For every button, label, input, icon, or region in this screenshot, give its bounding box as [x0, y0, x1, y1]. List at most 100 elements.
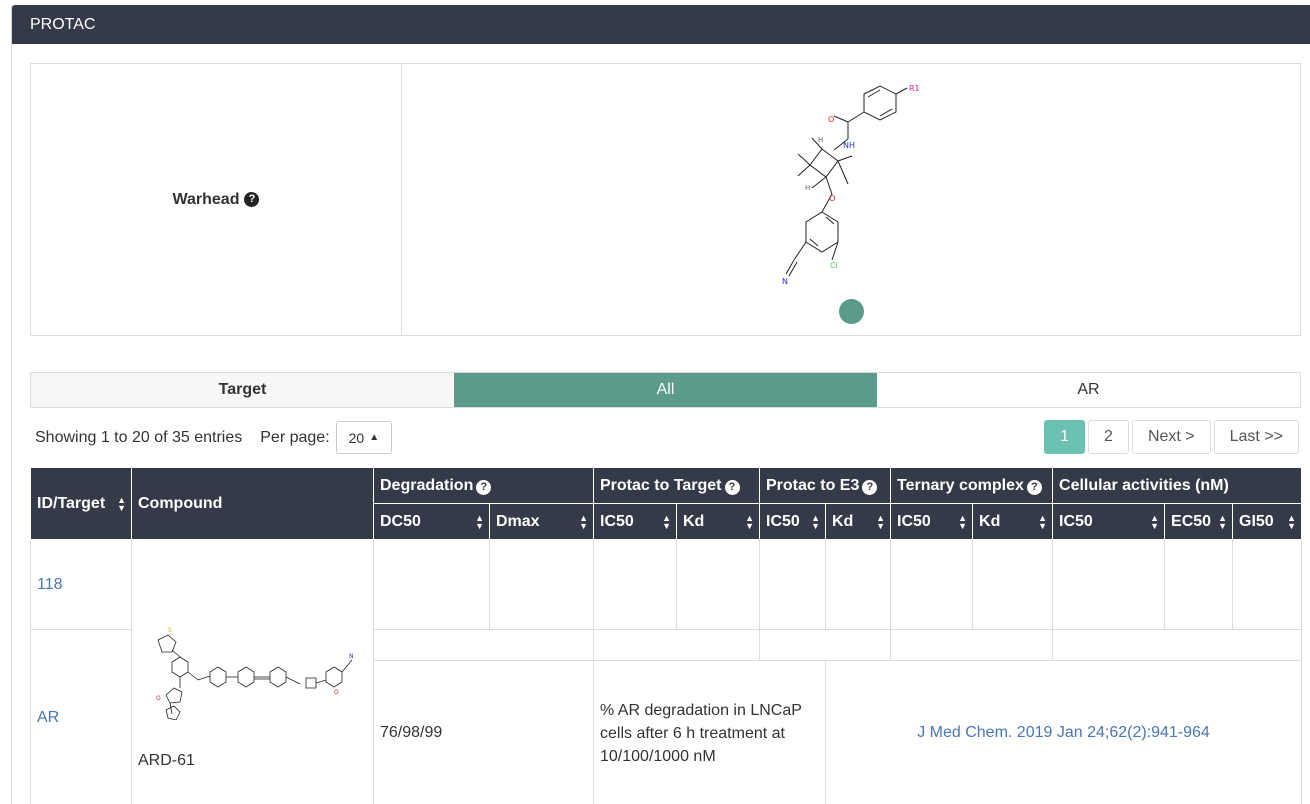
subheader-label: IC50 — [1059, 512, 1093, 530]
sort-icon[interactable]: ▲ ▼ — [475, 513, 484, 530]
target-cell[interactable]: AR — [30, 629, 132, 804]
tab-all[interactable]: All — [454, 373, 877, 407]
empty-cell — [972, 539, 1054, 630]
subheader-ternary-ic50[interactable]: IC50 ▲ ▼ — [890, 503, 974, 540]
subheader-label: Kd — [832, 512, 854, 530]
subheader-label: GI50 — [1239, 512, 1274, 530]
empty-cell — [759, 539, 826, 630]
sort-icon[interactable]: ▲ ▼ — [1150, 513, 1159, 530]
per-page-label: Per page: — [260, 428, 330, 446]
header-cellular-label: Cellular activities (nM) — [1059, 476, 1229, 494]
nitrogen-label: N — [782, 277, 788, 286]
entries-info: Showing 1 to 20 of 35 entries Per page: … — [35, 421, 393, 454]
subheader-label: IC50 — [766, 512, 800, 530]
header-protac-target: Protac to Target? — [593, 467, 760, 504]
sort-icon[interactable]: ▲ ▼ — [958, 513, 967, 530]
sort-icon[interactable]: ▲ ▼ — [117, 495, 126, 512]
sort-icon[interactable]: ▲ ▼ — [811, 513, 820, 530]
status-dot — [839, 299, 864, 324]
chlorine-label: Cl — [830, 261, 838, 270]
sort-icon[interactable]: ▲ ▼ — [1218, 513, 1227, 530]
page-1-button[interactable]: 1 — [1044, 420, 1086, 454]
sort-icon[interactable]: ▲ ▼ — [1038, 513, 1047, 530]
empty-cell — [593, 539, 677, 630]
empty-cell — [489, 539, 594, 630]
target-link[interactable]: AR — [37, 709, 59, 726]
empty-cell — [676, 539, 760, 630]
question-circle-icon[interactable]: ? — [862, 479, 878, 495]
table-row: 118 S O N O ARD-61 — [30, 539, 1303, 804]
subheader-dmax[interactable]: Dmax ▲ ▼ — [489, 503, 594, 540]
protac-panel: PROTAC Warhead ? R1 O NH H H O Cl N Targ… — [11, 5, 1310, 804]
empty-cell — [593, 629, 760, 661]
tab-target-label: Target — [31, 373, 454, 407]
header-protac-e3: Protac to E3? — [758, 467, 892, 504]
empty-cell — [890, 629, 1054, 661]
per-page-value: 20 — [348, 429, 365, 446]
last-page-button[interactable]: Last >> — [1213, 420, 1299, 454]
header-id-target[interactable]: ID/Target ▲ ▼ — [30, 467, 132, 540]
header-id-target-label: ID/Target — [37, 494, 106, 512]
subheader-ternary-kd[interactable]: Kd ▲ ▼ — [972, 503, 1054, 540]
header-compound: Compound — [131, 467, 374, 540]
sort-icon[interactable]: ▲ ▼ — [1287, 513, 1296, 530]
empty-cell — [1232, 539, 1303, 630]
compound-id-link[interactable]: 118 — [37, 576, 63, 593]
header-compound-label: Compound — [138, 494, 223, 512]
description-cell: % AR degradation in LNCaP cells after 6 … — [593, 660, 826, 804]
sulfur-label: S — [168, 627, 172, 634]
reference-link[interactable]: J Med Chem. 2019 Jan 24;62(2):941-964 — [917, 724, 1210, 741]
reference-cell[interactable]: J Med Chem. 2019 Jan 24;62(2):941-964 — [824, 660, 1303, 804]
showing-text: Showing 1 to 20 of 35 entries — [35, 428, 243, 446]
subheader-cell-gi50[interactable]: GI50 ▲ ▼ — [1232, 503, 1303, 540]
sort-icon[interactable]: ▲ ▼ — [662, 513, 671, 530]
panel-title: PROTAC — [12, 5, 1310, 44]
subheader-label: EC50 — [1171, 512, 1212, 530]
question-circle-icon[interactable]: ? — [724, 479, 740, 495]
tab-ar[interactable]: AR — [877, 373, 1300, 407]
subheader-e3-kd[interactable]: Kd ▲ ▼ — [824, 503, 892, 540]
per-page-select[interactable]: 20 ▲ — [335, 421, 393, 454]
warhead-label-text: Warhead — [172, 190, 240, 208]
subheader-cell-ic50[interactable]: IC50 ▲ ▼ — [1052, 503, 1166, 540]
empty-cell — [824, 539, 892, 630]
subheader-dc50[interactable]: DC50 ▲ ▼ — [373, 503, 490, 540]
compound-cell: S O N O ARD-61 — [131, 539, 374, 804]
oxygen-label: O — [828, 115, 834, 124]
nh-label: NH — [843, 141, 855, 150]
molecule-structure-drawing: R1 O NH H H O Cl N — [782, 84, 920, 286]
next-page-button[interactable]: Next > — [1131, 420, 1211, 454]
sort-icon[interactable]: ▲ ▼ — [876, 513, 885, 530]
target-tabs: Target All AR — [30, 372, 1301, 408]
oxygen-label: O — [334, 689, 339, 696]
question-circle-icon[interactable]: ? — [244, 192, 260, 207]
subheader-target-ic50[interactable]: IC50 ▲ ▼ — [593, 503, 677, 540]
degradation-value-cell: 76/98/99 — [373, 660, 594, 804]
sort-icon[interactable]: ▲ ▼ — [745, 513, 754, 530]
warhead-label: Warhead ? — [31, 64, 402, 335]
subheader-target-kd[interactable]: Kd ▲ ▼ — [676, 503, 760, 540]
header-protac-target-label: Protac to Target — [600, 476, 722, 494]
question-circle-icon[interactable]: ? — [476, 479, 492, 495]
question-circle-icon[interactable]: ? — [1026, 479, 1042, 495]
subheader-e3-ic50[interactable]: IC50 ▲ ▼ — [759, 503, 826, 540]
id-cell[interactable]: 118 — [30, 539, 132, 630]
r1-label: R1 — [909, 84, 920, 93]
subheader-cell-ec50[interactable]: EC50 ▲ ▼ — [1164, 503, 1234, 540]
compound-name: ARD-61 — [138, 752, 195, 769]
header-ternary: Ternary complex? — [890, 467, 1054, 504]
empty-cell — [758, 629, 892, 661]
oxygen-label: O — [156, 695, 161, 702]
subheader-label: IC50 — [600, 512, 634, 530]
compound-structure-image: S O N O — [156, 627, 354, 720]
sort-icon[interactable]: ▲ ▼ — [579, 513, 588, 530]
header-ternary-label: Ternary complex — [897, 476, 1024, 494]
caret-up-icon: ▲ — [369, 432, 380, 443]
warhead-structure-image: R1 O NH H H O Cl N — [402, 64, 1300, 335]
empty-cell — [1164, 539, 1234, 630]
header-degradation-label: Degradation — [380, 476, 474, 494]
subheader-label: Kd — [979, 512, 1001, 530]
page-2-button[interactable]: 2 — [1088, 420, 1129, 454]
h-label: H — [805, 184, 810, 192]
empty-cell — [373, 629, 594, 661]
